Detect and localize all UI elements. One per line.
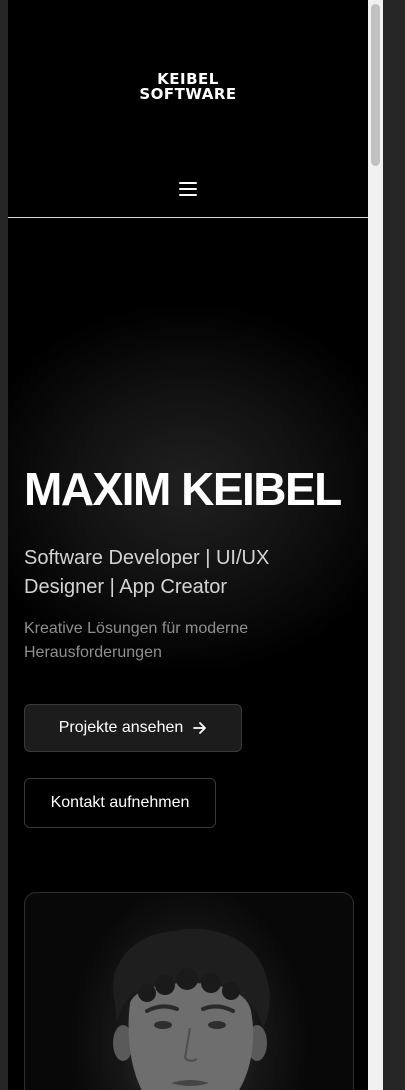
site-header: KEIBEL SOFTWARE [8,0,368,218]
hero-tagline: Kreative Lösungen für moderne Herausford… [24,620,249,661]
view-projects-button[interactable]: Projekte ansehen [24,704,242,752]
hero-section: MAXIM KEIBEL Software Developer | UI/UX … [8,218,368,1090]
arrow-right-icon [193,721,207,735]
profile-photo [24,892,354,1090]
page-viewport: KEIBEL SOFTWARE MAXIM KEIBEL Software De… [8,0,368,1090]
contact-label: Kontakt aufnehmen [50,794,190,811]
contact-button[interactable]: Kontakt aufnehmen [24,778,216,828]
window-left-edge [0,0,8,1090]
menu-button[interactable] [175,176,201,202]
scrollbar-thumb[interactable] [371,4,380,166]
hero-subtitle: Software Developer | UI/UX Designer | Ap… [24,547,270,598]
logo-line-2: SOFTWARE [139,85,237,103]
hero-title: MAXIM KEIBEL [24,463,342,515]
view-projects-label: Projekte ansehen [58,719,184,736]
vertical-scrollbar[interactable] [368,0,383,1090]
window-right-edge [383,0,405,1090]
site-logo[interactable]: KEIBEL SOFTWARE [8,72,368,102]
